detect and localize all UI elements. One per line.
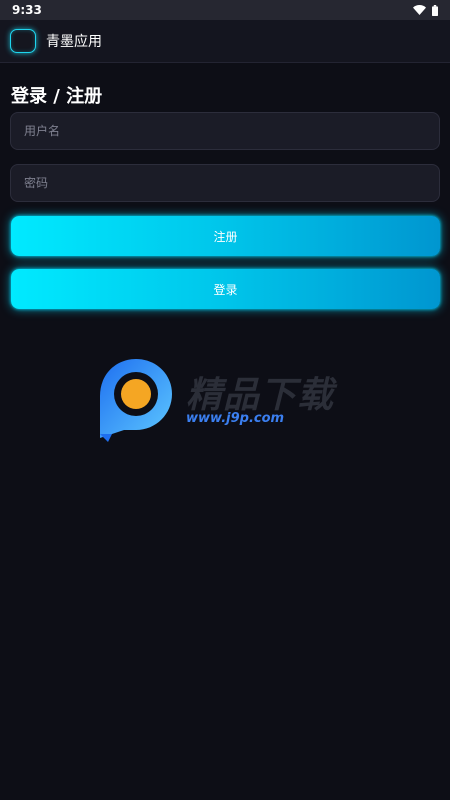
login-button[interactable]: 登录 xyxy=(11,269,440,309)
watermark-url: www.j9p.com xyxy=(186,411,285,426)
watermark-name: 精品下载 xyxy=(186,375,335,416)
password-input[interactable] xyxy=(10,164,440,202)
username-input[interactable] xyxy=(10,112,440,150)
watermark-logo-icon xyxy=(100,359,172,442)
wifi-icon xyxy=(413,5,426,15)
app-bar: 青墨应用 xyxy=(0,20,450,63)
app-logo-icon xyxy=(10,29,36,53)
status-icons xyxy=(413,4,438,16)
register-button-label: 注册 xyxy=(213,229,238,244)
status-bar: 9:33 xyxy=(0,0,450,20)
watermark: 精品下载 www.j9p.com xyxy=(98,356,358,446)
form-heading: 登录 / 注册 xyxy=(11,86,103,107)
battery-icon xyxy=(432,4,438,16)
status-time: 9:33 xyxy=(12,3,42,17)
register-button[interactable]: 注册 xyxy=(11,216,440,256)
login-button-label: 登录 xyxy=(213,282,238,297)
app-title: 青墨应用 xyxy=(46,34,102,50)
